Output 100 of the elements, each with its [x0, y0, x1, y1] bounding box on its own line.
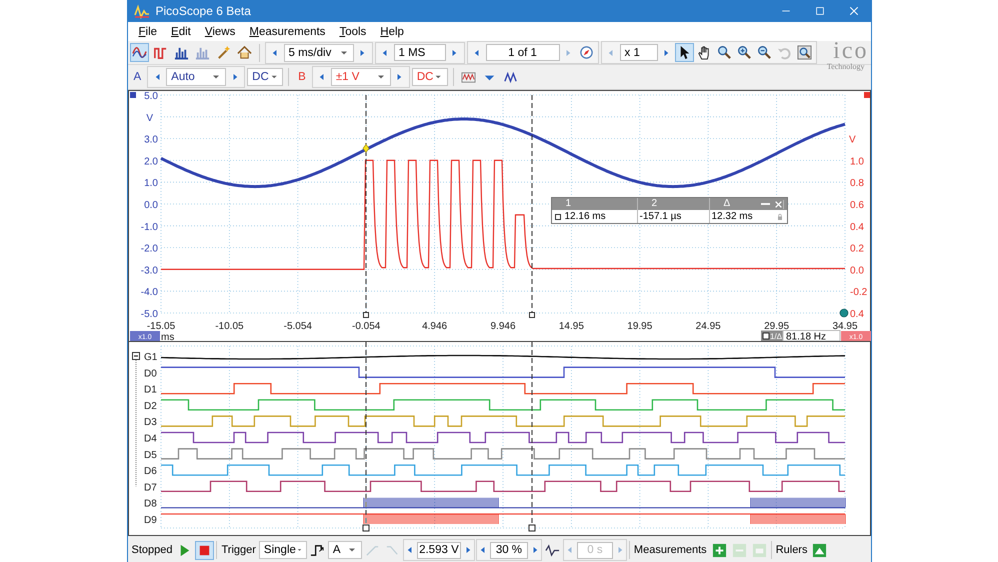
axis-label: -1.0 [140, 222, 158, 233]
value-field[interactable]: x 1 [620, 44, 658, 61]
axis-label: 14.95 [558, 321, 584, 332]
dropdown[interactable]: A [328, 541, 362, 559]
axis-label: -0.2 [850, 287, 867, 298]
axis-label: 0.6 [850, 200, 864, 211]
axis-label: -2.0 [140, 244, 158, 255]
magnifier-icon [756, 45, 772, 60]
edit-icon [732, 542, 747, 558]
axis-label: 19.95 [626, 321, 652, 332]
value-field[interactable]: 1 of 1 [486, 44, 560, 61]
channel-label[interactable]: A [130, 71, 146, 83]
axis-label: 0.2 [850, 244, 864, 255]
waveform-icon [502, 70, 518, 84]
axis-label: -0.054 [352, 321, 380, 332]
dropdown[interactable]: 5 ms/div [284, 44, 354, 62]
axis-label: 0.0 [850, 265, 864, 276]
column-header: 2 [652, 198, 658, 209]
axis-label: 1.0 [144, 178, 158, 190]
menu-item[interactable]: Edit [164, 26, 198, 38]
plus-icon [712, 542, 727, 558]
delete-icon [752, 542, 767, 558]
axis-label: 3.0 [144, 134, 158, 146]
channel-label[interactable]: B [294, 71, 310, 83]
trigger-marker[interactable] [839, 308, 848, 318]
ruler-handle[interactable] [528, 524, 535, 532]
channel-label: D7 [144, 482, 156, 494]
axis-unit: ms [160, 332, 174, 341]
axis-label: V [146, 112, 152, 124]
value-field[interactable]: 30 % [490, 542, 528, 558]
waveform-icon [544, 542, 560, 558]
sine-wave-icon [132, 45, 146, 60]
channel-label: D9 [144, 515, 156, 526]
axis-label: -3.0 [140, 265, 158, 276]
axis-label: 1.0 [850, 156, 864, 168]
app-icon [134, 3, 150, 19]
undo-icon [776, 45, 792, 60]
channel-label: D2 [144, 400, 156, 412]
corner-marker [130, 92, 136, 98]
channel-label: D5 [144, 450, 156, 461]
dropdown[interactable]: DC [247, 68, 284, 86]
axis-label: -5.0 [140, 309, 158, 320]
value-field[interactable]: 2.593 V [416, 542, 461, 558]
axis-label: 0.4 [850, 222, 864, 233]
axis-label: -15.05 [146, 321, 175, 332]
lock-icon [776, 212, 784, 220]
table-cell: -157.1 µs [640, 210, 682, 223]
dropdown[interactable]: ±1 V [330, 68, 391, 86]
maximize-icon [814, 5, 826, 17]
ruler-handle[interactable] [362, 524, 369, 532]
axis-label: V [848, 134, 856, 146]
menu-item[interactable]: Measurements [242, 26, 332, 38]
scope-mode-button[interactable] [130, 43, 148, 62]
run-state-label: Stopped [130, 544, 174, 556]
rulers-label: Rulers [774, 544, 808, 556]
logo-subtitle: Technology [826, 62, 864, 71]
value-field[interactable]: 1 MS [394, 44, 446, 61]
dropdown[interactable]: DC [412, 68, 448, 86]
stop-button[interactable] [195, 540, 214, 560]
menu-item[interactable]: Tools [332, 26, 374, 38]
channel-label: D1 [144, 384, 156, 396]
dropdown[interactable]: Auto [166, 68, 226, 86]
close-icon [848, 5, 860, 17]
trigger-marker[interactable] [362, 144, 369, 153]
channel-label: D8 [144, 498, 156, 510]
rising-edge-icon [310, 542, 325, 558]
bar-chart-icon [174, 45, 188, 60]
bar-chart-icon [194, 45, 210, 60]
channel-label: D4 [144, 434, 156, 444]
axis-label: 34.95 [832, 321, 858, 332]
minimize-icon [760, 203, 770, 205]
frequency-field: 81.18 Hz [782, 330, 840, 341]
table-cell: 12.16 ms [564, 210, 606, 223]
square-wave-icon [152, 45, 168, 60]
hand-icon [696, 45, 712, 60]
waveform-icon [460, 70, 476, 84]
channel-label: D3 [144, 417, 156, 428]
menu-item[interactable]: Views [198, 26, 242, 38]
ruler-handle[interactable] [528, 312, 534, 318]
zoom-fit-tool-button[interactable] [794, 43, 814, 62]
column-header: Δ [724, 198, 730, 210]
axis-label: -10.05 [214, 321, 244, 332]
home-icon [236, 45, 252, 60]
trigger-label: Trigger [220, 544, 257, 556]
measurements-label: Measurements [632, 544, 708, 556]
ruler-handle[interactable] [362, 312, 368, 318]
axis-label: 9.946 [490, 321, 516, 332]
magnifier-icon [716, 45, 732, 60]
menu-item[interactable]: File [132, 26, 164, 38]
menu-item[interactable]: Help [373, 26, 411, 38]
logo-text: ico [833, 40, 868, 62]
axis-label: 0.4 [850, 309, 864, 320]
dropdown[interactable]: Single [258, 541, 307, 559]
wand-icon [216, 45, 230, 60]
axis-label: 2.0 [144, 156, 158, 168]
pointer-tool-button[interactable] [674, 43, 694, 62]
axis-label: -4.0 [140, 287, 158, 298]
axis-label: 24.95 [695, 321, 720, 332]
axis-label: 0.8 [850, 178, 864, 190]
collapse-icon[interactable] [132, 352, 140, 360]
